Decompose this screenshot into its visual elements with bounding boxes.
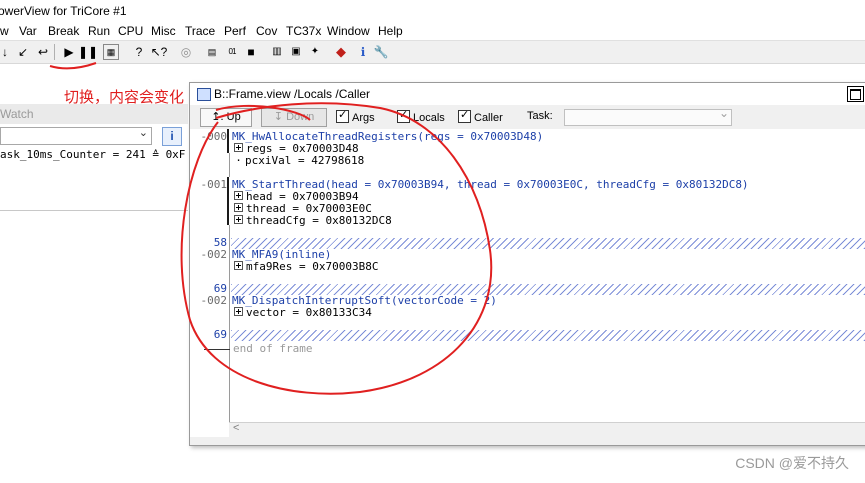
caller-checkbox[interactable]: Caller <box>458 108 503 125</box>
caller-label: Caller <box>474 112 503 124</box>
menu-var[interactable]: Var <box>19 24 37 38</box>
expand-plus-icon[interactable] <box>234 191 243 200</box>
watch-titlebar[interactable]: Watch <box>0 104 188 124</box>
watch-row[interactable]: ask_10ms_Counter = 241 ≙ 0xF <box>0 148 185 161</box>
frame-toolbar: ↥. Up ↧ Down Args Locals Caller Task: <box>190 105 865 129</box>
frame-level-number: -000 <box>200 130 228 143</box>
stop-icon[interactable]: ■ <box>242 43 260 61</box>
watch-info-button[interactable]: i <box>162 127 182 146</box>
menu-run[interactable]: Run <box>88 24 110 38</box>
wrench-icon[interactable]: 🔧 <box>372 43 390 61</box>
menu-view[interactable]: w <box>0 24 9 38</box>
locals-label: Locals <box>413 112 445 124</box>
list-icon[interactable]: ▤ <box>203 43 221 61</box>
menu-misc[interactable]: Misc <box>151 24 176 38</box>
hatch-separator <box>231 330 865 341</box>
local-variable[interactable]: · pcxiVal = 42798618 <box>234 155 364 167</box>
local-variable-text: mfa9Res = 0x70003B8C <box>246 260 379 273</box>
menu-break[interactable]: Break <box>48 24 79 38</box>
return-icon[interactable]: ↩ <box>34 43 52 61</box>
trace-icon[interactable]: ✦ <box>306 43 324 61</box>
menu-trace[interactable]: Trace <box>185 24 215 38</box>
local-variable-text: pcxiVal = 42798618 <box>245 154 365 167</box>
expand-plus-icon[interactable] <box>234 261 243 270</box>
frame-level-number: -001 <box>200 178 228 191</box>
menu-cov[interactable]: Cov <box>256 24 277 38</box>
frame-level-number: 69 <box>213 328 227 341</box>
break-icon[interactable]: ❚❚ <box>78 43 98 61</box>
end-of-frame-label: end of frame <box>233 342 313 355</box>
local-variable-text: threadCfg = 0x80132DC8 <box>246 214 392 227</box>
binary-icon[interactable]: 01 <box>223 43 241 61</box>
frame-level-number: -002 <box>200 248 228 261</box>
menu-window[interactable]: Window <box>327 24 370 38</box>
expand-plus-icon[interactable] <box>234 215 243 224</box>
up-button[interactable]: ↥. Up <box>200 108 252 127</box>
task-select[interactable] <box>564 106 732 126</box>
maximize-button[interactable] <box>847 86 864 102</box>
locals-checkbox[interactable]: Locals <box>397 108 445 125</box>
frame-list: -000 MK_HwAllocateThreadRegisters(regs = … <box>190 129 865 437</box>
memory-icon[interactable]: ▥ <box>268 43 286 61</box>
frame-view-window: B::Frame.view /Locals /Caller ↥. Up ↧ Do… <box>189 82 865 446</box>
window-icon <box>197 88 211 101</box>
watch-title: Watch <box>0 107 34 121</box>
main-toolbar: ↓ ↙ ↩ ▶ ❚❚ ▦ ? ↖? ◎ ▤ 01 ■ ▥ ▣ ✦ ◆ ℹ 🔧 <box>0 40 865 64</box>
down-label: Down <box>286 111 315 123</box>
frame-titlebar[interactable]: B::Frame.view /Locals /Caller <box>190 83 865 105</box>
local-variable-text: vector = 0x80133C34 <box>246 306 372 319</box>
down-arrow-icon: ↧ <box>273 111 284 123</box>
menu-perf[interactable]: Perf <box>224 24 246 38</box>
horizontal-scrollbar[interactable]: < <box>229 422 865 437</box>
help-icon[interactable]: ? <box>130 43 148 61</box>
local-variable[interactable]: threadCfg = 0x80132DC8 <box>234 215 392 227</box>
scroll-left-icon[interactable]: < <box>233 422 239 434</box>
end-marker <box>204 349 230 350</box>
context-help-icon[interactable]: ↖? <box>150 43 168 61</box>
step-icon[interactable]: ↓ <box>0 43 14 61</box>
chevron-down-icon: ⌄ <box>138 127 148 139</box>
menu-bar: w Var Break Run CPU Misc Trace Perf Cov … <box>0 22 865 40</box>
local-variable[interactable]: mfa9Res = 0x70003B8C <box>234 261 378 273</box>
app-title: owerView for TriCore #1 <box>0 4 127 18</box>
menu-help[interactable]: Help <box>378 24 403 38</box>
bullet-icon: · <box>235 154 242 167</box>
up-arrow-icon: ↥. <box>211 111 224 123</box>
down-button: ↧ Down <box>261 108 327 127</box>
up-label: Up <box>226 111 241 123</box>
info-icon[interactable]: ℹ <box>354 43 372 61</box>
local-variable[interactable]: vector = 0x80133C34 <box>234 307 372 319</box>
task-label: Task: <box>527 110 553 122</box>
menu-cpu[interactable]: CPU <box>118 24 143 38</box>
checkbox-checked-icon <box>336 108 349 123</box>
peripheral-icon[interactable]: ▣ <box>287 43 305 61</box>
frame-title: B::Frame.view /Locals /Caller <box>214 87 371 101</box>
frame-level-number: -002 <box>200 294 228 307</box>
app-titlebar: owerView for TriCore #1 <box>0 0 865 22</box>
go-icon[interactable]: ▶ <box>60 43 78 61</box>
toolbar-separator <box>54 44 55 60</box>
checkbox-checked-icon <box>458 108 471 123</box>
step-over-icon[interactable]: ↙ <box>14 43 32 61</box>
watch-expression-combo[interactable]: ⌄ <box>0 127 152 145</box>
register-icon[interactable]: ▦ <box>103 44 119 60</box>
args-checkbox[interactable]: Args <box>336 108 375 125</box>
watermark: CSDN @爱不持久 <box>735 455 849 471</box>
checkbox-checked-icon <box>397 108 410 123</box>
args-label: Args <box>352 112 375 124</box>
disabled-tool-icon: ◎ <box>180 45 192 59</box>
menu-tc37x[interactable]: TC37x <box>286 24 321 38</box>
expand-plus-icon[interactable] <box>234 203 243 212</box>
expand-plus-icon[interactable] <box>234 307 243 316</box>
cube-icon[interactable]: ◆ <box>332 43 350 61</box>
expand-plus-icon[interactable] <box>234 143 243 152</box>
